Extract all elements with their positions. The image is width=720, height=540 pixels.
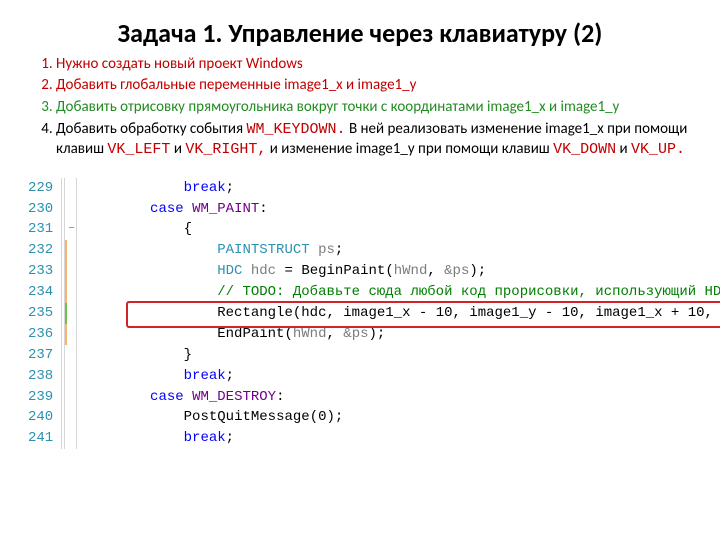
line-number: 237 [28,345,62,366]
text-span: и [170,140,185,158]
line-number: 236 [28,324,62,345]
code-line: PAINTSTRUCT ps; [76,240,720,261]
text-span: Добавить обработку события [56,120,247,138]
vk-up: VK_UP. [631,141,685,158]
line-number: 229 [28,178,62,199]
line-number: 230 [28,199,62,220]
code-line: } [76,345,720,366]
code-line: // TODO: Добавьте сюда любой код прорисо… [76,282,720,303]
line-number: 232 [28,240,62,261]
task-list: Нужно создать новый проект Windows Добав… [28,55,692,160]
code-line: break; [76,366,720,387]
line-number: 238 [28,366,62,387]
task-item-1: Нужно создать новый проект Windows [56,55,692,75]
line-number: 234 [28,282,62,303]
wm-keydown: WM_KEYDOWN. [247,121,346,138]
text-span: и [616,140,631,158]
code-line: case WM_PAINT: [76,199,720,220]
text-span: и изменение image1_y при помощи клавиш [266,140,553,158]
line-number: 233 [28,261,62,282]
line-number: 240 [28,407,62,428]
code-line: break; [76,178,720,199]
code-line: case WM_DESTROY: [76,387,720,408]
task-item-4: Добавить обработку события WM_KEYDOWN. В… [56,120,692,160]
line-number: 231 [28,219,62,240]
vk-right: VK_RIGHT, [185,141,266,158]
vk-down: VK_DOWN [553,141,616,158]
line-number: 235 [28,303,62,324]
slide-title: Задача 1. Управление через клавиатуру (2… [28,18,692,49]
line-number: 241 [28,428,62,449]
vk-left: VK_LEFT [107,141,170,158]
code-editor: 229 break; 230 case WM_PAINT: 231 − { 23… [28,178,692,450]
task-item-2: Добавить глобальные переменные image1_x … [56,76,692,96]
fold-toggle[interactable]: − [67,219,76,240]
code-line: HDC hdc = BeginPaint(hWnd, &ps); [76,261,720,282]
code-line-highlighted: Rectangle(hdc, image1_x - 10, image1_y -… [76,303,720,324]
code-line: PostQuitMessage(0); [76,407,720,428]
code-line: { [76,219,720,240]
line-number: 239 [28,387,62,408]
task-item-3: Добавить отрисовку прямоугольника вокруг… [56,98,692,118]
code-line: break; [76,428,720,449]
code-line: EndPaint(hWnd, &ps); [76,324,720,345]
